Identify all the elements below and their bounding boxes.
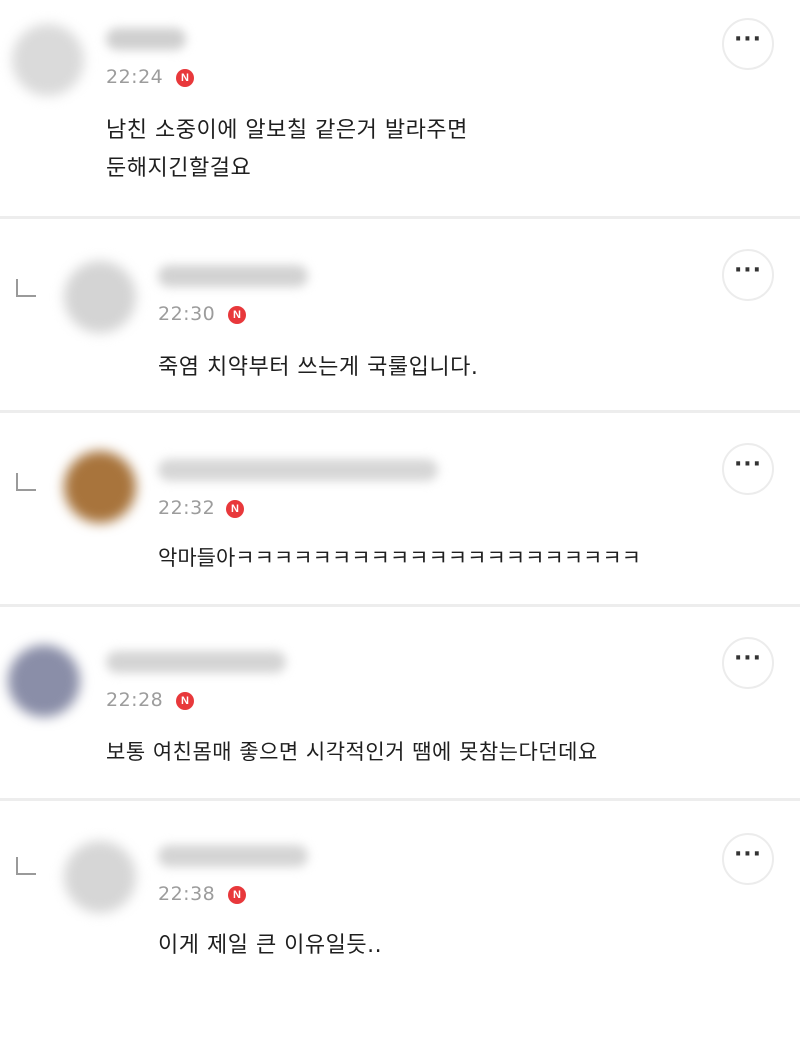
comment-item: 22:28 N 보통 여친몸매 좋으면 시각적인거 땜에 못참는다던데요 ··· xyxy=(0,607,800,799)
more-options-icon: ··· xyxy=(733,258,763,283)
avatar[interactable] xyxy=(64,261,136,333)
nickname-blurred[interactable] xyxy=(158,265,308,287)
reply-arrow-icon xyxy=(16,473,36,491)
nickname-blurred[interactable] xyxy=(106,651,286,673)
comment-text: 보통 여친몸매 좋으면 시각적인거 땜에 못참는다던데요 xyxy=(106,740,598,764)
avatar[interactable] xyxy=(12,24,84,96)
new-badge-icon: N xyxy=(176,69,194,87)
reply-item: 22:38 N 이게 제일 큰 이유일듯.. ··· xyxy=(0,801,800,1041)
more-options-button[interactable]: ··· xyxy=(722,637,774,689)
avatar[interactable] xyxy=(64,841,136,913)
comment-time: 22:32 xyxy=(158,497,216,519)
new-badge-icon: N xyxy=(226,500,244,518)
more-options-icon: ··· xyxy=(733,452,763,477)
comment-item: 22:24 N 남친 소중이에 알보칠 같은거 발라주면 둔해지긴할걸요 ··· xyxy=(0,0,800,218)
more-options-button[interactable]: ··· xyxy=(722,833,774,885)
reply-arrow-icon xyxy=(16,857,36,875)
new-badge-icon: N xyxy=(228,306,246,324)
reply-item: 22:32 N 악마들아ㅋㅋㅋㅋㅋㅋㅋㅋㅋㅋㅋㅋㅋㅋㅋㅋㅋㅋㅋㅋㅋ ··· xyxy=(0,413,800,605)
new-badge-icon: N xyxy=(176,692,194,710)
nickname-blurred[interactable] xyxy=(158,845,308,867)
more-options-button[interactable]: ··· xyxy=(722,443,774,495)
nickname-blurred[interactable] xyxy=(158,459,438,481)
avatar[interactable] xyxy=(8,645,80,717)
avatar[interactable] xyxy=(64,451,136,523)
new-badge-icon: N xyxy=(228,886,246,904)
comment-text: 남친 소중이에 알보칠 같은거 발라주면 둔해지긴할걸요 xyxy=(106,118,468,181)
comment-time: 22:30 xyxy=(158,303,216,325)
comment-time: 22:28 xyxy=(106,689,164,711)
more-options-button[interactable]: ··· xyxy=(722,18,774,70)
comment-text: 이게 제일 큰 이유일듯.. xyxy=(158,933,383,958)
reply-item: 22:30 N 죽염 치약부터 쓰는게 국룰입니다. ··· xyxy=(0,219,800,411)
reply-arrow-icon xyxy=(16,279,36,297)
more-options-icon: ··· xyxy=(733,842,763,867)
comment-time: 22:24 xyxy=(106,66,164,88)
more-options-icon: ··· xyxy=(733,27,763,52)
nickname-blurred[interactable] xyxy=(106,28,186,50)
more-options-button[interactable]: ··· xyxy=(722,249,774,301)
more-options-icon: ··· xyxy=(733,646,763,671)
comment-time: 22:38 xyxy=(158,883,216,905)
comment-text: 죽염 치약부터 쓰는게 국룰입니다. xyxy=(158,355,479,380)
comment-text: 악마들아ㅋㅋㅋㅋㅋㅋㅋㅋㅋㅋㅋㅋㅋㅋㅋㅋㅋㅋㅋㅋㅋ xyxy=(158,546,641,570)
